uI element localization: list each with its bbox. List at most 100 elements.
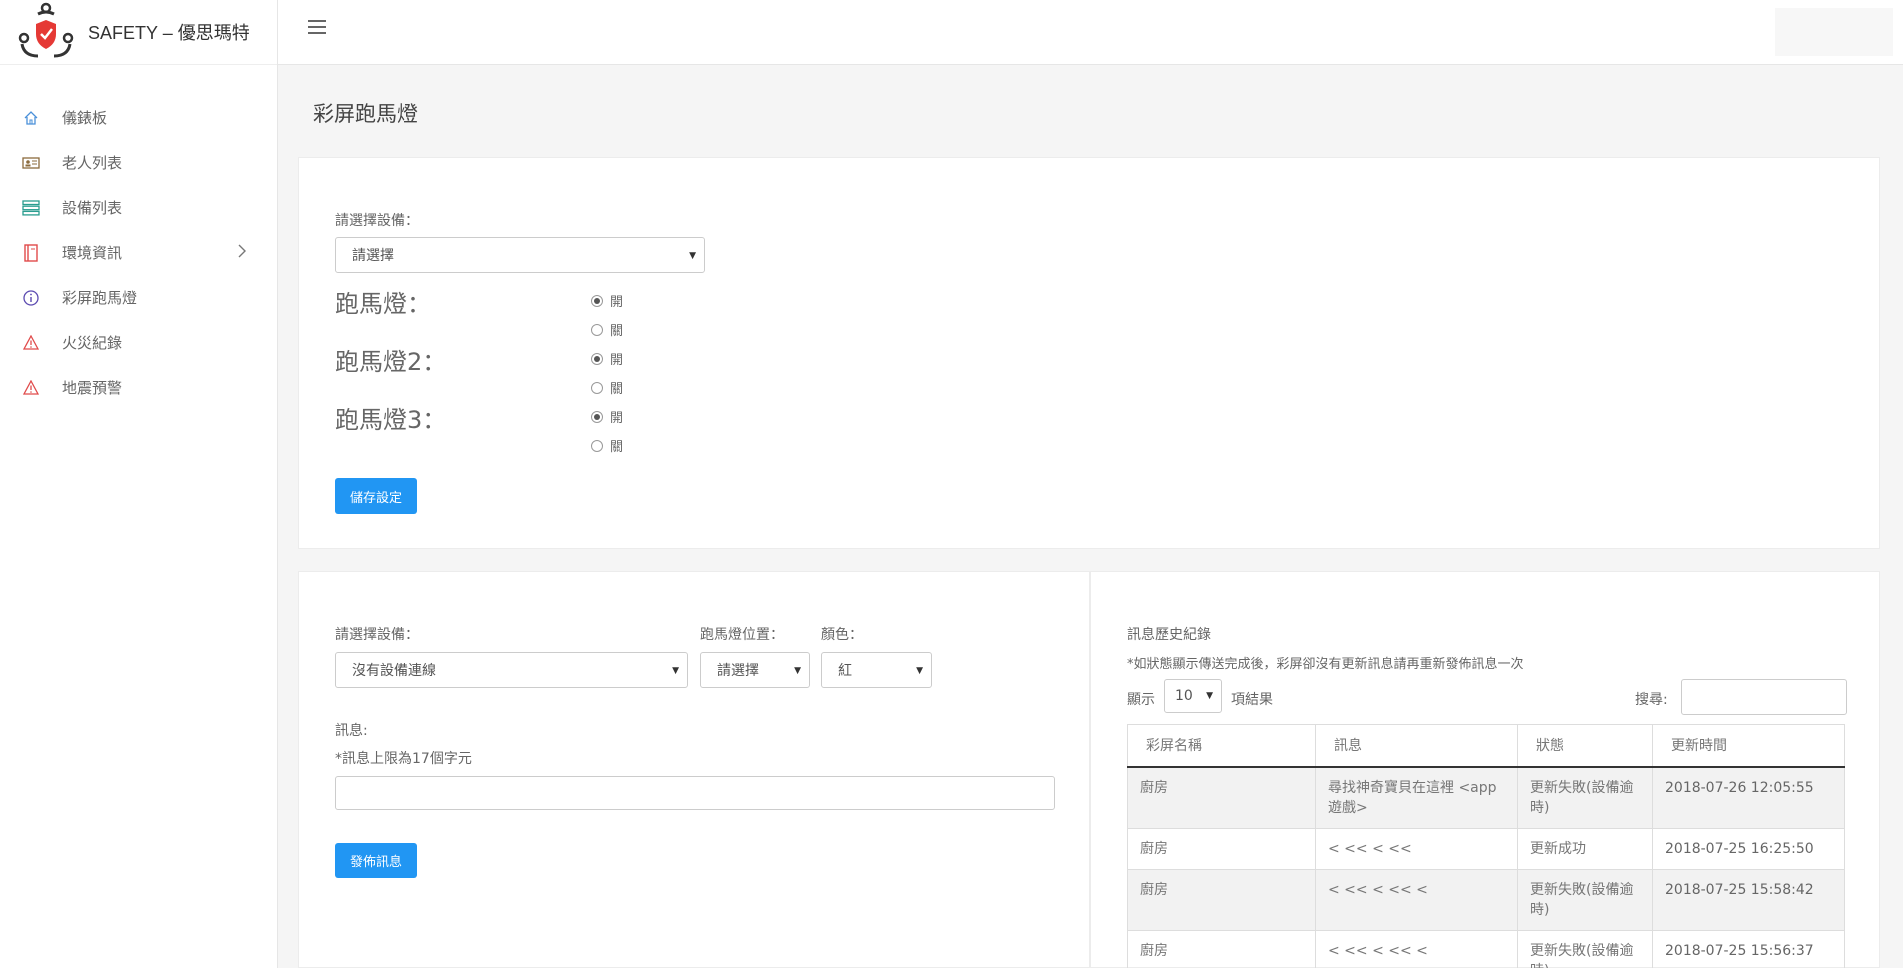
sidebar-item-label: 彩屏跑馬燈 bbox=[62, 289, 138, 307]
history-title: 訊息歷史紀錄 bbox=[1127, 627, 1211, 643]
color-select-value: 紅 bbox=[838, 663, 852, 679]
cell-message: 尋找神奇寶貝在這裡 <app遊戲> bbox=[1315, 766, 1518, 829]
publish-device-label: 請選擇設備： bbox=[335, 627, 419, 643]
radio-unchecked-icon bbox=[591, 381, 603, 394]
table-header-row: 彩屏名稱 訊息 狀態 更新時間 bbox=[1127, 724, 1845, 768]
column-header[interactable]: 更新時間 bbox=[1652, 724, 1845, 768]
brand[interactable]: SAFETY – 優思瑪特 bbox=[0, 0, 277, 65]
logo bbox=[16, 2, 76, 62]
cell-status: 更新失敗(設備逾時) bbox=[1517, 766, 1653, 829]
page-size-select[interactable]: 10 ▼ bbox=[1164, 679, 1222, 713]
book-icon bbox=[22, 243, 40, 262]
save-settings-button[interactable]: 儲存設定 bbox=[335, 478, 417, 514]
info-icon bbox=[22, 289, 40, 307]
table-row[interactable]: 廚房 尋找神奇寶貝在這裡 <app遊戲> 更新失敗(設備逾時) 2018-07-… bbox=[1127, 766, 1845, 829]
marquee-1-label: 跑馬燈： bbox=[335, 290, 431, 318]
sidebar-item-label: 火災紀錄 bbox=[62, 334, 123, 352]
message-hint: *訊息上限為17個字元 bbox=[335, 751, 472, 767]
sidebar-item-dashboard[interactable]: 儀錶板 bbox=[0, 95, 277, 140]
sidebar-item-label: 環境資訊 bbox=[62, 244, 123, 262]
marquee-1-on-radio[interactable]: 開 bbox=[591, 291, 623, 310]
cell-status: 更新失敗(設備逾時) bbox=[1517, 868, 1653, 931]
radio-checked-icon bbox=[591, 294, 603, 307]
position-label: 跑馬燈位置： bbox=[700, 627, 784, 643]
search-input[interactable] bbox=[1681, 679, 1847, 715]
caret-down-icon: ▼ bbox=[689, 251, 696, 261]
sidebar: SAFETY – 優思瑪特 儀錶板 老人列表 設備列表 環境資訊 彩屏跑馬燈 火… bbox=[0, 0, 278, 968]
table-row[interactable]: 廚房 < << < << 更新成功 2018-07-25 16:25:50 bbox=[1127, 827, 1845, 870]
device-select-value: 請選擇 bbox=[352, 248, 394, 264]
home-icon bbox=[22, 109, 40, 127]
marquee-2-off-radio[interactable]: 關 bbox=[591, 378, 623, 397]
position-select[interactable]: 請選擇 ▼ bbox=[700, 652, 810, 688]
position-select-value: 請選擇 bbox=[717, 663, 759, 679]
publish-device-select[interactable]: 沒有設備連線 ▼ bbox=[335, 652, 688, 688]
radio-unchecked-icon bbox=[591, 439, 603, 452]
radio-checked-icon bbox=[591, 410, 603, 423]
marquee-2-on-radio[interactable]: 開 bbox=[591, 349, 623, 368]
table-row[interactable]: 廚房 < << < << < 更新失敗(設備逾時) 2018-07-25 15:… bbox=[1127, 929, 1845, 968]
marquee-2-label: 跑馬燈2： bbox=[335, 348, 447, 376]
marquee-1-off-radio[interactable]: 關 bbox=[591, 320, 623, 339]
cell-time: 2018-07-26 12:05:55 bbox=[1652, 766, 1845, 829]
publish-message-card: 請選擇設備： 沒有設備連線 ▼ 跑馬燈位置： 請選擇 ▼ 顏色： 紅 ▼ 訊息:… bbox=[298, 571, 1090, 968]
menu-toggle-icon[interactable] bbox=[308, 20, 326, 34]
sidebar-item-fire-records[interactable]: 火災紀錄 bbox=[0, 320, 277, 365]
radio-label: 開 bbox=[610, 353, 624, 368]
marquee-3-label: 跑馬燈3： bbox=[335, 406, 447, 434]
cell-message: < << < << < bbox=[1315, 868, 1518, 931]
color-label: 顏色： bbox=[821, 627, 863, 643]
cell-status: 更新成功 bbox=[1517, 827, 1653, 870]
user-area[interactable] bbox=[1775, 8, 1893, 56]
id-card-icon bbox=[22, 154, 40, 172]
sidebar-item-label: 地震預警 bbox=[62, 379, 123, 397]
radio-label: 開 bbox=[610, 411, 624, 426]
page-title: 彩屏跑馬燈 bbox=[313, 102, 418, 126]
column-header[interactable]: 狀態 bbox=[1517, 724, 1653, 768]
show-entries-prefix: 顯示 bbox=[1127, 692, 1155, 708]
brand-name: SAFETY – 優思瑪特 bbox=[88, 23, 250, 43]
message-input[interactable] bbox=[335, 776, 1055, 810]
device-label: 請選擇設備： bbox=[335, 213, 419, 229]
page-size-value: 10 bbox=[1175, 688, 1193, 704]
device-select[interactable]: 請選擇 ▼ bbox=[335, 237, 705, 273]
radio-label: 關 bbox=[610, 382, 624, 397]
history-note: *如狀態顯示傳送完成後，彩屏卻沒有更新訊息請再重新發佈訊息一次 bbox=[1127, 657, 1524, 672]
cell-status: 更新失敗(設備逾時) bbox=[1517, 929, 1653, 968]
sidebar-nav: 儀錶板 老人列表 設備列表 環境資訊 彩屏跑馬燈 火災紀錄 地震預警 bbox=[0, 95, 277, 410]
cell-name: 廚房 bbox=[1127, 929, 1316, 968]
sidebar-item-environment[interactable]: 環境資訊 bbox=[0, 230, 277, 275]
caret-down-icon: ▼ bbox=[916, 666, 923, 676]
radio-label: 開 bbox=[610, 295, 624, 310]
sidebar-item-label: 老人列表 bbox=[62, 154, 123, 172]
sidebar-item-label: 儀錶板 bbox=[62, 109, 108, 127]
cell-name: 廚房 bbox=[1127, 827, 1316, 870]
radio-checked-icon bbox=[591, 352, 603, 365]
color-select[interactable]: 紅 ▼ bbox=[821, 652, 932, 688]
marquee-3-off-radio[interactable]: 關 bbox=[591, 436, 623, 455]
show-entries-suffix: 項結果 bbox=[1231, 692, 1273, 708]
cell-name: 廚房 bbox=[1127, 868, 1316, 931]
table-row[interactable]: 廚房 < << < << < 更新失敗(設備逾時) 2018-07-25 15:… bbox=[1127, 868, 1845, 931]
sidebar-item-device-list[interactable]: 設備列表 bbox=[0, 185, 277, 230]
marquee-settings-card: 請選擇設備： 請選擇 ▼ 跑馬燈： 開 關 跑馬燈2： 開 關 跑馬燈3： 開 … bbox=[298, 157, 1880, 549]
radio-label: 關 bbox=[610, 440, 624, 455]
history-table: 彩屏名稱 訊息 狀態 更新時間 廚房 尋找神奇寶貝在這裡 <app遊戲> 更新失… bbox=[1127, 724, 1845, 968]
cell-time: 2018-07-25 15:56:37 bbox=[1652, 929, 1845, 968]
sidebar-item-marquee[interactable]: 彩屏跑馬燈 bbox=[0, 275, 277, 320]
sidebar-item-elderly-list[interactable]: 老人列表 bbox=[0, 140, 277, 185]
column-header[interactable]: 彩屏名稱 bbox=[1127, 724, 1316, 768]
caret-down-icon: ▼ bbox=[672, 666, 679, 676]
warning-icon bbox=[22, 379, 40, 397]
publish-message-button[interactable]: 發佈訊息 bbox=[335, 843, 417, 878]
caret-down-icon: ▼ bbox=[1206, 691, 1213, 701]
cell-message: < << < << bbox=[1315, 827, 1518, 870]
cell-time: 2018-07-25 16:25:50 bbox=[1652, 827, 1845, 870]
list-icon bbox=[22, 199, 40, 217]
topbar bbox=[278, 0, 1903, 65]
publish-device-select-value: 沒有設備連線 bbox=[352, 663, 436, 679]
column-header[interactable]: 訊息 bbox=[1315, 724, 1518, 768]
marquee-3-on-radio[interactable]: 開 bbox=[591, 407, 623, 426]
search-label: 搜尋: bbox=[1635, 692, 1668, 708]
sidebar-item-earthquake-alert[interactable]: 地震預警 bbox=[0, 365, 277, 410]
